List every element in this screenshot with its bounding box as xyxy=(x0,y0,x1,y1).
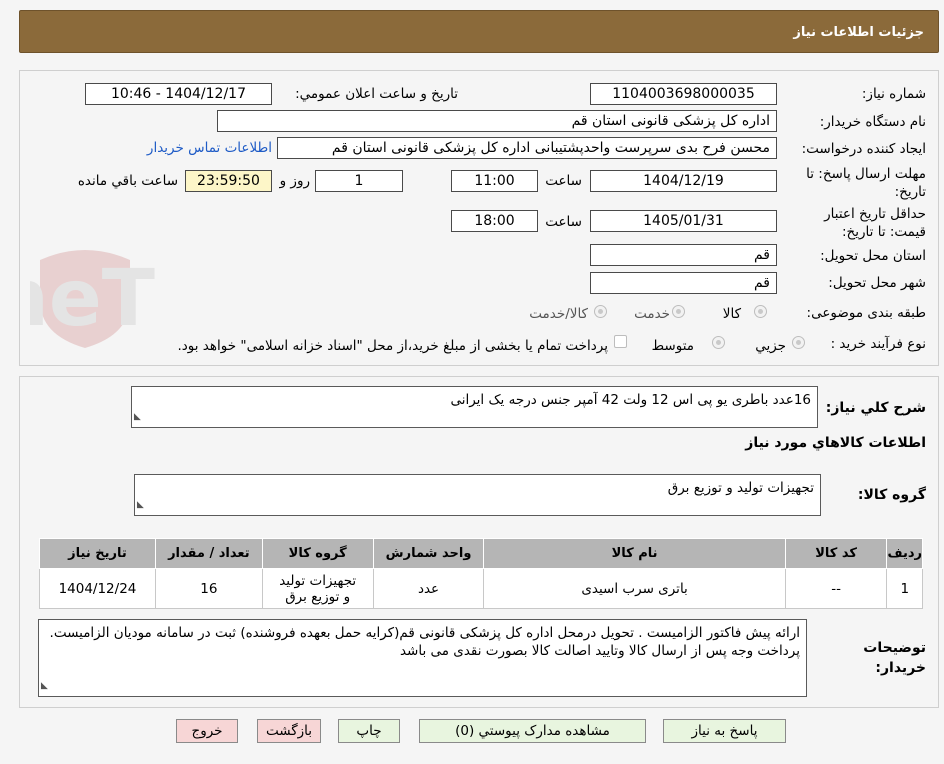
reply-button[interactable]: پاسخ به نياز xyxy=(663,719,786,743)
table-row: 1 -- باتری سرب اسیدی عدد تجهيزات توليد و… xyxy=(39,568,923,609)
price-validity-date: 1405/01/31 xyxy=(590,210,777,232)
buyer-notes-label: توضيحات خريدار: xyxy=(863,638,926,678)
remaining-days: 1 xyxy=(315,170,403,192)
buyer-notes-field: ارائه پیش فاکتور الزامیست . تحویل درمحل … xyxy=(38,619,807,697)
price-validity-label-2: قيمت: تا تاريخ: xyxy=(842,224,926,240)
requester-field: محسن فرح بدی سرپرست واحدپشتیبانی اداره ک… xyxy=(277,137,777,159)
description-text: 16عدد باطری یو پی اس 12 ولت 42 آمپر جنس … xyxy=(450,392,811,408)
resize-grip-icon[interactable]: ◢ xyxy=(134,408,141,426)
items-table: رديف کد کالا نام کالا واحد شمارش گروه کا… xyxy=(39,538,923,609)
days-label: روز و xyxy=(279,173,310,189)
exit-button[interactable]: خروج xyxy=(176,719,238,743)
announce-field: 1404/12/17 - 10:46 xyxy=(85,83,272,105)
city-label: شهر محل تحويل: xyxy=(828,275,926,291)
col-name: نام کالا xyxy=(483,538,786,569)
buyer-notes-label-2: خريدار: xyxy=(875,660,926,676)
price-validity-label: حداقل تاريخ اعتبار قيمت: تا تاريخ: xyxy=(824,205,926,241)
category-goods-label: کالا xyxy=(722,306,741,322)
treasury-bonds-note: پرداخت تمام يا بخشی از مبلغ خريد،از محل … xyxy=(177,338,608,354)
buyer-org-label: نام دستگاه خريدار: xyxy=(819,114,926,130)
need-number-field: 1104003698000035 xyxy=(590,83,777,105)
cell-row: 1 xyxy=(886,568,923,609)
group-label: گروه کالا: xyxy=(857,487,926,503)
cell-group: تجهيزات توليد و توزيع برق xyxy=(261,568,374,609)
items-section-title: اطلاعات کالاهاي مورد نياز xyxy=(745,435,926,451)
attachments-button[interactable]: مشاهده مدارک پيوستي (0) xyxy=(419,719,646,743)
col-code: کد کالا xyxy=(784,538,888,569)
cell-unit: عدد xyxy=(372,568,485,609)
reply-deadline-time: 11:00 xyxy=(451,170,538,192)
col-qty: تعداد / مقدار xyxy=(154,538,263,569)
print-button[interactable]: چاپ xyxy=(338,719,400,743)
page-title: جزئيات اطلاعات نياز xyxy=(793,25,924,40)
back-button[interactable]: بازگشت xyxy=(257,719,321,743)
announce-label: تاريخ و ساعت اعلان عمومي: xyxy=(295,86,458,102)
remaining-label: ساعت باقي مانده xyxy=(77,173,178,189)
reply-deadline-label-1: مهلت ارسال پاسخ: تا xyxy=(806,166,926,182)
city-field: قم xyxy=(590,272,777,294)
process-medium-label: متوسط xyxy=(651,338,694,354)
category-service-radio[interactable] xyxy=(672,305,685,318)
purchase-process-label: نوع فرآيند خريد : xyxy=(830,336,926,352)
cell-code: -- xyxy=(784,568,888,609)
buyer-org-field: اداره کل پزشکی قانونی استان قم xyxy=(217,110,777,132)
col-date: تاريخ نياز xyxy=(39,538,156,569)
cell-date: 1404/12/24 xyxy=(39,568,156,609)
reply-deadline-date: 1404/12/19 xyxy=(590,170,777,192)
process-medium-radio[interactable] xyxy=(712,336,725,349)
province-label: استان محل تحويل: xyxy=(820,248,926,264)
requester-label: ايجاد کننده درخواست: xyxy=(801,141,926,157)
page-header: جزئيات اطلاعات نياز xyxy=(19,10,939,53)
remaining-time: 23:59:50 xyxy=(185,170,272,192)
treasury-bonds-checkbox[interactable] xyxy=(614,335,627,348)
buyer-notes-label-1: توضيحات xyxy=(863,640,926,656)
category-both-radio[interactable] xyxy=(594,305,607,318)
col-row: رديف xyxy=(886,538,923,569)
category-service-label: خدمت xyxy=(634,306,670,322)
group-text: تجهيزات توليد و توزيع برق xyxy=(667,480,814,496)
province-field: قم xyxy=(590,244,777,266)
cell-name: باتری سرب اسیدی xyxy=(483,568,786,609)
buyer-contact-link[interactable]: اطلاعات تماس خريدار xyxy=(147,140,272,156)
group-field: تجهيزات توليد و توزيع برق ◢ xyxy=(134,474,821,516)
reply-time-label: ساعت xyxy=(545,173,582,189)
reply-deadline-label: مهلت ارسال پاسخ: تا تاريخ: xyxy=(806,165,926,201)
price-validity-label-1: حداقل تاريخ اعتبار xyxy=(824,206,926,222)
price-validity-time: 18:00 xyxy=(451,210,538,232)
description-label: شرح کلي نياز: xyxy=(825,400,926,416)
reply-deadline-label-2: تاريخ: xyxy=(894,184,926,200)
col-unit: واحد شمارش xyxy=(372,538,485,569)
resize-grip-icon[interactable]: ◢ xyxy=(41,677,48,695)
description-field: 16عدد باطری یو پی اس 12 ولت 42 آمپر جنس … xyxy=(131,386,818,428)
process-minor-label: جزيي xyxy=(755,338,786,354)
items-table-header: رديف کد کالا نام کالا واحد شمارش گروه کا… xyxy=(39,538,923,569)
category-label: طبقه بندی موضوعی: xyxy=(806,305,926,321)
col-group: گروه کالا xyxy=(261,538,374,569)
price-time-label: ساعت xyxy=(545,214,582,230)
need-number-label: شماره نياز: xyxy=(861,86,926,102)
resize-grip-icon[interactable]: ◢ xyxy=(137,496,144,514)
category-both-label: کالا/خدمت xyxy=(529,306,588,322)
buyer-notes-text: ارائه پیش فاکتور الزامیست . تحویل درمحل … xyxy=(49,625,800,659)
process-minor-radio[interactable] xyxy=(792,336,805,349)
category-goods-radio[interactable] xyxy=(754,305,767,318)
cell-qty: 16 xyxy=(154,568,263,609)
